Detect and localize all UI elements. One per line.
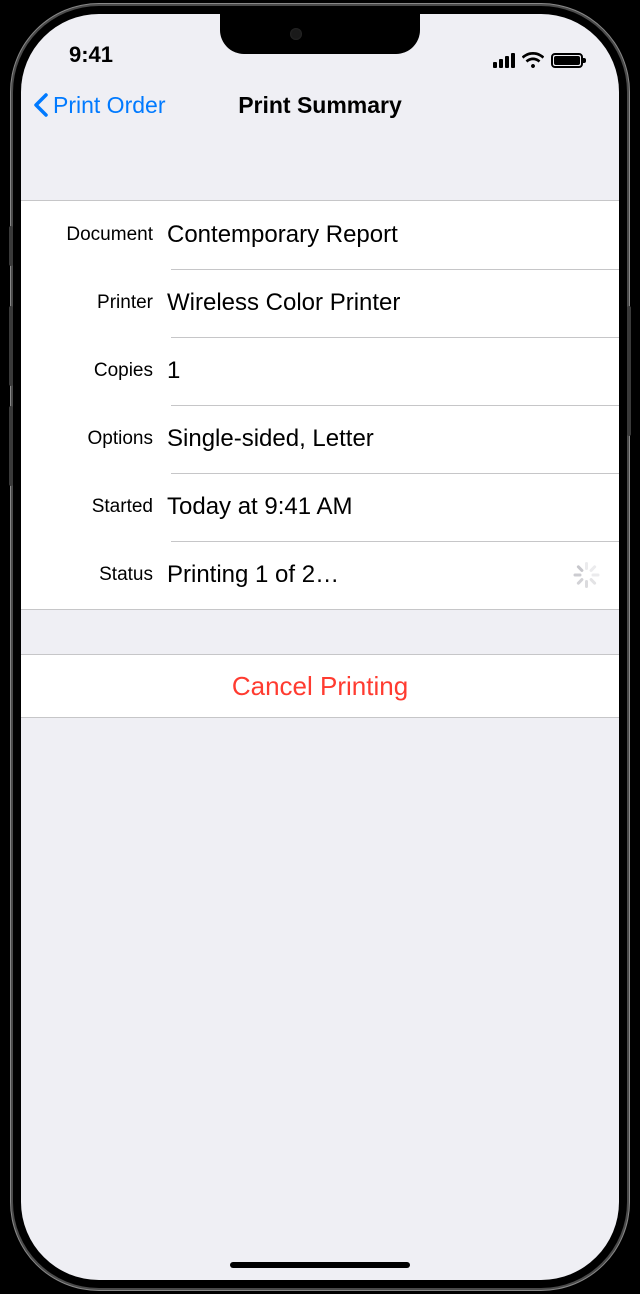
row-label: Started [21, 496, 167, 518]
row-label: Document [21, 224, 167, 246]
status-icons [493, 52, 583, 68]
back-button[interactable]: Print Order [33, 92, 165, 119]
chevron-left-icon [33, 93, 49, 117]
row-printer: Printer Wireless Color Printer [21, 269, 619, 337]
cancel-printing-button[interactable]: Cancel Printing [21, 655, 619, 717]
spinner-icon [573, 562, 599, 588]
row-copies: Copies 1 [21, 337, 619, 405]
row-value: Wireless Color Printer [167, 289, 599, 317]
notch [220, 14, 420, 54]
row-started: Started Today at 9:41 AM [21, 473, 619, 541]
side-button-volume-up [9, 306, 13, 386]
row-value: Contemporary Report [167, 221, 599, 249]
side-button-power [627, 306, 631, 436]
row-label: Copies [21, 360, 167, 382]
row-label: Options [21, 428, 167, 450]
side-button-volume-down [9, 406, 13, 486]
cellular-signal-icon [493, 52, 515, 68]
row-value: Single-sided, Letter [167, 425, 599, 453]
phone-frame: 9:41 Print Order Print Summary [13, 6, 627, 1288]
row-value: 1 [167, 357, 599, 385]
row-label: Printer [21, 292, 167, 314]
home-indicator[interactable] [230, 1262, 410, 1268]
row-document: Document Contemporary Report [21, 201, 619, 269]
side-button-mute [9, 226, 13, 266]
navigation-bar: Print Order Print Summary [21, 74, 619, 136]
status-time: 9:41 [69, 42, 113, 68]
battery-icon [551, 53, 583, 68]
back-button-label: Print Order [53, 92, 165, 119]
row-status: Status Printing 1 of 2… [21, 541, 619, 609]
row-value: Printing 1 of 2… [167, 561, 573, 589]
row-label: Status [21, 564, 167, 586]
row-options: Options Single-sided, Letter [21, 405, 619, 473]
wifi-icon [522, 52, 544, 68]
row-value: Today at 9:41 AM [167, 493, 599, 521]
summary-list: Document Contemporary Report Printer Wir… [21, 200, 619, 610]
